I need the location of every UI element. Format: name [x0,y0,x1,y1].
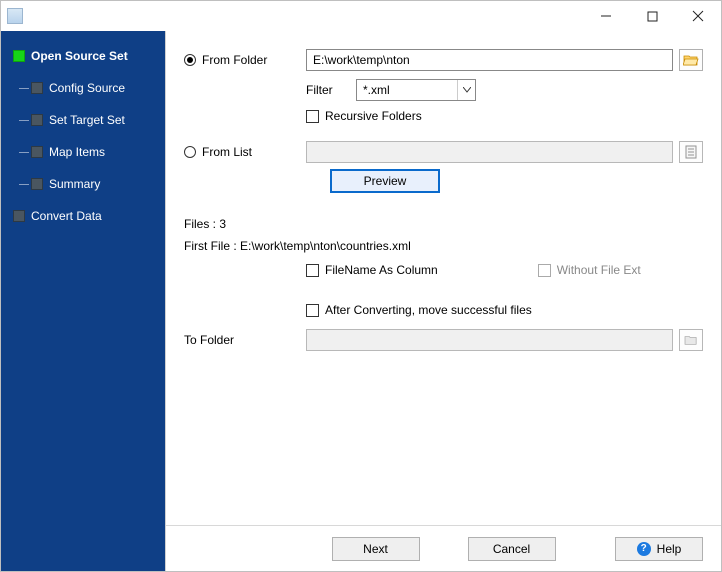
maximize-button[interactable] [629,1,675,31]
next-label: Next [363,542,388,556]
browse-list-button[interactable] [679,141,703,163]
filename-as-column-label: FileName As Column [325,263,438,277]
sidebar-item-label: Open Source Set [31,49,128,63]
chevron-down-icon [457,80,475,100]
folder-open-icon [683,53,699,67]
minimize-button[interactable] [583,1,629,31]
main-panel: From Folder Filter *.xml [165,31,721,571]
step-indicator-icon [31,178,43,190]
move-after-convert-label: After Converting, move successful files [325,303,532,317]
from-folder-label: From Folder [202,53,267,67]
sidebar-item-label: Config Source [49,81,125,95]
wizard-footer: Next Cancel ? Help [166,525,721,571]
from-folder-input[interactable] [306,49,673,71]
recursive-folders-label: Recursive Folders [325,109,422,123]
app-icon [7,8,23,24]
browse-folder-button[interactable] [679,49,703,71]
sidebar-item-label: Set Target Set [49,113,125,127]
sidebar-item-open-source-set[interactable]: Open Source Set [1,43,165,69]
cancel-label: Cancel [493,542,530,556]
from-list-radio[interactable] [184,146,196,158]
from-list-input[interactable] [306,141,673,163]
sidebar-item-set-target-set[interactable]: Set Target Set [1,107,165,133]
folder-icon [684,334,698,346]
list-file-icon [684,145,698,159]
step-indicator-icon [13,50,25,62]
cancel-button[interactable]: Cancel [468,537,556,561]
sidebar-item-label: Summary [49,177,100,191]
preview-button[interactable]: Preview [330,169,440,193]
step-indicator-icon [31,82,43,94]
sidebar-item-config-source[interactable]: Config Source [1,75,165,101]
close-button[interactable] [675,1,721,31]
titlebar [1,1,721,31]
help-label: Help [657,542,682,556]
browse-to-folder-button[interactable] [679,329,703,351]
sidebar-item-map-items[interactable]: Map Items [1,139,165,165]
next-button[interactable]: Next [332,537,420,561]
filename-as-column-checkbox[interactable] [306,264,319,277]
filter-value: *.xml [357,83,457,97]
from-folder-radio[interactable] [184,54,196,66]
step-indicator-icon [13,210,25,222]
sidebar-item-summary[interactable]: Summary [1,171,165,197]
first-file-label: First File : E:\work\temp\nton\countries… [184,239,703,253]
sidebar-item-label: Convert Data [31,209,102,223]
recursive-folders-checkbox[interactable] [306,110,319,123]
wizard-window: Open Source Set Config Source Set Target… [0,0,722,572]
help-button[interactable]: ? Help [615,537,703,561]
sidebar-item-convert-data[interactable]: Convert Data [1,203,165,229]
window-controls [583,1,721,31]
preview-label: Preview [364,174,407,188]
without-file-ext-label: Without File Ext [557,263,641,277]
wizard-sidebar: Open Source Set Config Source Set Target… [1,31,165,571]
help-icon: ? [637,542,651,556]
files-count-label: Files : 3 [184,217,703,231]
filter-label: Filter [306,83,356,97]
to-folder-input[interactable] [306,329,673,351]
step-indicator-icon [31,146,43,158]
to-folder-label: To Folder [184,333,234,347]
from-list-label: From List [202,145,252,159]
sidebar-item-label: Map Items [49,145,105,159]
move-after-convert-checkbox[interactable] [306,304,319,317]
filter-combobox[interactable]: *.xml [356,79,476,101]
without-file-ext-checkbox [538,264,551,277]
step-indicator-icon [31,114,43,126]
